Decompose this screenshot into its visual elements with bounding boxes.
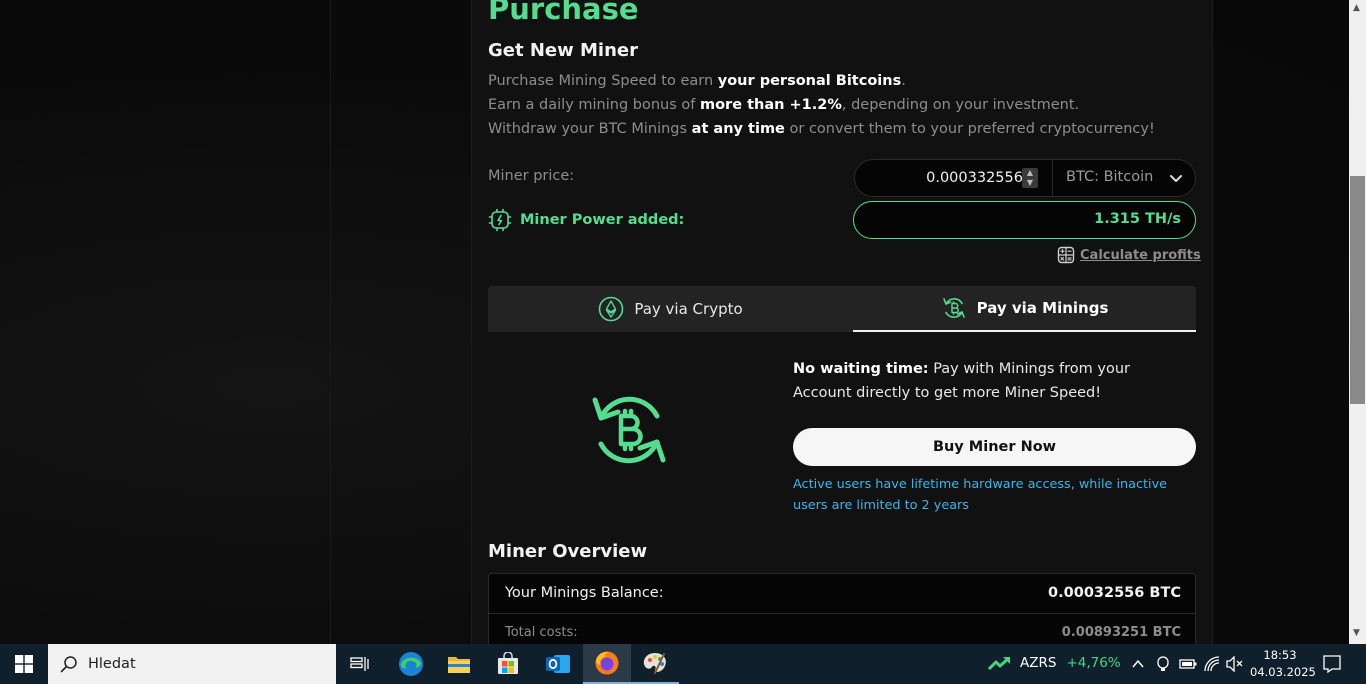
divider	[330, 0, 331, 644]
purchase-title: Purchase	[488, 0, 639, 26]
search-icon	[60, 656, 77, 673]
miner-overview-heading: Miner Overview	[488, 541, 648, 562]
windows-taskbar: Hledat AZRS +4,76% 18:53 04.03.2025	[0, 644, 1366, 684]
clock-time: 18:53	[1263, 648, 1297, 662]
outlook-icon	[546, 655, 570, 673]
miner-power-value: 1.315 TH/s	[1094, 211, 1181, 227]
miner-power-row: Miner Power added:	[488, 208, 684, 232]
stock-widget[interactable]: AZRS +4,76%	[988, 655, 1121, 671]
palette-icon	[643, 653, 666, 674]
start-button[interactable]	[0, 644, 48, 684]
chevron-down-icon	[1170, 175, 1182, 182]
stock-change: +4,76%	[1066, 655, 1121, 671]
task-view-button[interactable]	[336, 644, 384, 684]
scrollbar-thumb[interactable]	[1350, 176, 1365, 404]
meet-now-icon[interactable]	[1155, 656, 1171, 672]
taskbar-search-box[interactable]: Hledat	[48, 644, 336, 684]
edge-taskbar-button[interactable]	[387, 644, 435, 684]
scroll-down-arrow-icon[interactable]: ▼	[1353, 628, 1360, 638]
browser-viewport: Purchase Get New Miner Purchase Mining S…	[0, 0, 1349, 644]
tab-pay-via-minings[interactable]: Pay via Minings	[853, 286, 1196, 332]
description-line-2: Earn a daily mining bonus of more than +…	[488, 97, 1080, 113]
buy-miner-now-button[interactable]: Buy Miner Now	[793, 428, 1196, 466]
vertical-scrollbar[interactable]: ▲ ▼	[1349, 0, 1366, 644]
bitcoin-exchange-icon	[942, 298, 965, 318]
number-spinner[interactable]: ▲ ▼	[1022, 168, 1038, 188]
stock-ticker: AZRS	[1020, 655, 1057, 671]
wifi-icon[interactable]	[1204, 656, 1220, 672]
folder-icon	[448, 657, 470, 673]
paint-button[interactable]	[631, 644, 679, 684]
miner-overview-table: Your Minings Balance: 0.00032556 BTC Tot…	[488, 573, 1196, 644]
notification-center-icon[interactable]	[1322, 654, 1342, 674]
battery-icon[interactable]	[1179, 658, 1197, 670]
tab-pay-via-minings-label: Pay via Minings	[976, 299, 1109, 317]
task-view-icon	[350, 657, 369, 671]
get-new-miner-heading: Get New Miner	[488, 40, 639, 61]
stock-trend-up-icon	[988, 656, 1010, 670]
search-placeholder: Hledat	[88, 656, 136, 672]
no-waiting-text: No waiting time: Pay with Minings from y…	[793, 361, 1131, 401]
clock-date: 04.03.2025	[1250, 665, 1316, 679]
outlook-button[interactable]	[534, 644, 582, 684]
currency-select[interactable]: BTC: Bitcoin	[1066, 169, 1153, 185]
firefox-button[interactable]	[583, 644, 631, 684]
description-line-1: Purchase Mining Speed to earn your perso…	[488, 73, 906, 89]
miner-power-label: Miner Power added:	[520, 212, 685, 228]
file-explorer-button[interactable]	[435, 644, 483, 684]
firefox-icon	[595, 651, 619, 675]
total-costs-value: 0.00893251 BTC	[1061, 625, 1181, 640]
hardware-access-note: Active users have lifetime hardware acce…	[793, 477, 1168, 513]
minings-balance-label: Your Minings Balance:	[505, 585, 664, 601]
taskbar-clock[interactable]: 18:53 04.03.2025	[1250, 647, 1316, 681]
total-costs-label: Total costs:	[505, 625, 578, 640]
volume-muted-icon[interactable]	[1226, 656, 1244, 672]
scroll-up-arrow-icon[interactable]: ▲	[1353, 3, 1360, 13]
calculate-profits-link[interactable]: Calculate profits	[1057, 246, 1201, 264]
tab-pay-via-crypto[interactable]: Pay via Crypto	[488, 286, 853, 332]
minings-balance-value: 0.00032556 BTC	[1048, 585, 1181, 601]
calculator-icon	[1057, 246, 1075, 264]
ethereum-icon	[599, 296, 624, 322]
payment-tabs: Pay via Crypto Pay via Minings	[488, 286, 1196, 332]
field-divider	[1052, 160, 1053, 196]
chevron-up-icon[interactable]	[1131, 658, 1145, 670]
chip-power-icon	[488, 208, 512, 232]
calculate-profits-label: Calculate profits	[1080, 247, 1201, 263]
miner-price-field: ▲▼ BTC: Bitcoin	[854, 159, 1196, 197]
windows-logo-icon	[15, 655, 33, 673]
table-row: Your Minings Balance: 0.00032556 BTC	[489, 574, 1195, 614]
description-line-3: Withdraw your BTC Minings at any time or…	[488, 121, 1155, 137]
edge-browser-icon	[399, 652, 423, 676]
miner-power-field: 1.315 TH/s	[853, 201, 1196, 239]
tab-pay-via-crypto-label: Pay via Crypto	[634, 300, 743, 318]
bitcoin-exchange-icon	[592, 396, 666, 464]
miner-price-label: Miner price:	[488, 168, 575, 184]
microsoft-store-button[interactable]	[484, 644, 532, 684]
store-bag-icon	[498, 652, 518, 674]
